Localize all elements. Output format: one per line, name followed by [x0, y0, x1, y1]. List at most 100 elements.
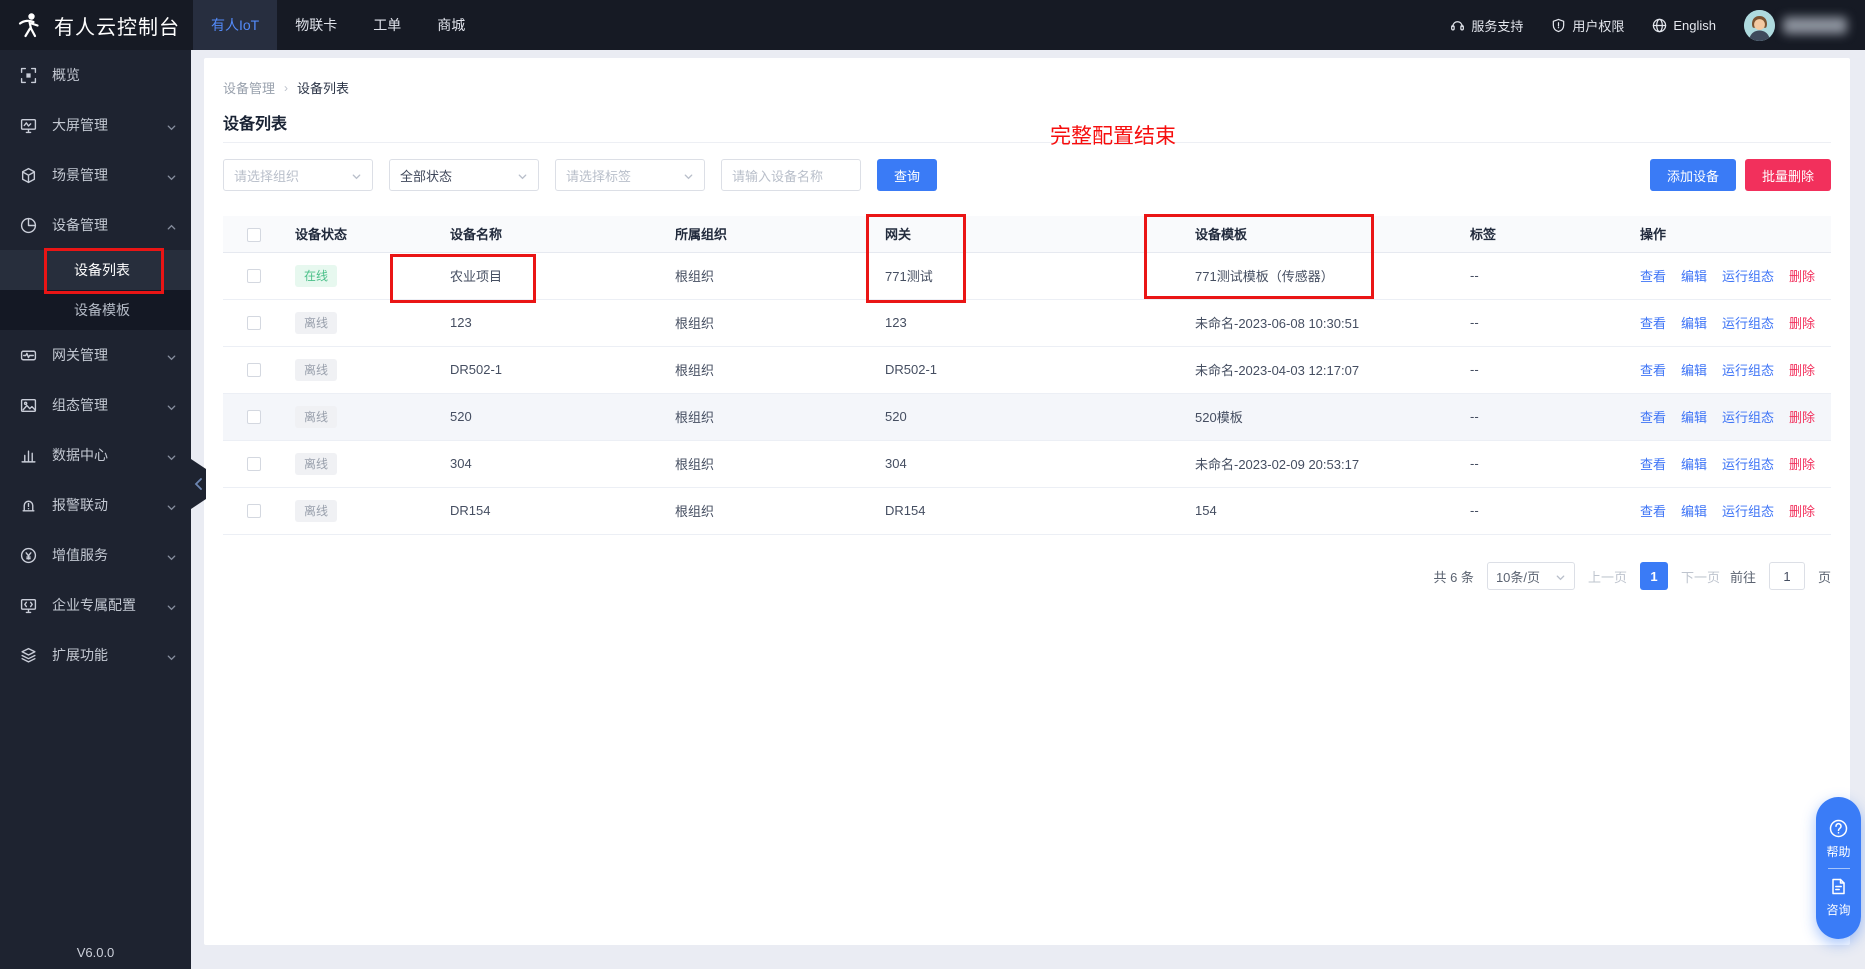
org-cell: 根组织 [665, 393, 875, 441]
sidebar-item-1[interactable]: 概览 [0, 50, 191, 100]
action-edit-link[interactable]: 编辑 [1681, 501, 1707, 520]
clock-icon [20, 547, 37, 564]
row-checkbox[interactable] [247, 316, 261, 331]
page-size-select[interactable]: 10条/页 [1486, 562, 1575, 590]
sidebar-item-7[interactable]: 数据中心 [0, 430, 191, 480]
breadcrumb-parent[interactable]: 设备管理 [223, 78, 275, 97]
row-checkbox[interactable] [247, 410, 261, 425]
tag-select-placeholder: 请选择标签 [566, 168, 632, 184]
page-unit-label: 页 [1817, 569, 1831, 585]
action-delete-link[interactable]: 删除 [1789, 360, 1815, 379]
prev-page-button[interactable]: 上一页 [1588, 567, 1627, 586]
action-view-link[interactable]: 查看 [1640, 266, 1666, 285]
action-run-scada-link[interactable]: 运行组态 [1722, 454, 1774, 473]
tag-cell: -- [1460, 346, 1630, 394]
username-blurred [1783, 16, 1847, 34]
col-header-gateway: 网关 [875, 216, 1185, 253]
template-cell: 未命名-2023-02-09 20:53:17 [1185, 440, 1460, 488]
sidebar-item-11[interactable]: 扩展功能 [0, 630, 191, 680]
action-delete-link[interactable]: 删除 [1789, 266, 1815, 285]
current-page-button[interactable]: 1 [1639, 562, 1668, 590]
action-edit-link[interactable]: 编辑 [1681, 454, 1707, 473]
sidebar-menu: 概览 大屏管理 场景管理 设备管理 设备列表 设备模板 网关管理 组态管理 数据中心 报警联动 增值… [0, 50, 191, 680]
sidebar-item-2[interactable]: 大屏管理 [0, 100, 191, 150]
user-area[interactable] [1744, 9, 1847, 41]
topbar-tab-1[interactable]: 有人IoT [193, 0, 278, 50]
action-view-link[interactable]: 查看 [1640, 313, 1666, 332]
action-view-link[interactable]: 查看 [1640, 501, 1666, 520]
action-view-link[interactable]: 查看 [1640, 360, 1666, 379]
row-checkbox[interactable] [247, 457, 261, 472]
action-delete-link[interactable]: 删除 [1789, 407, 1815, 426]
chevron-down-icon [166, 120, 177, 131]
sidebar-subitem-1[interactable]: 设备列表 [0, 250, 191, 290]
enterprise-icon [20, 597, 37, 614]
topbar-tab-3[interactable]: 工单 [355, 0, 419, 50]
chevron-down-icon [166, 500, 177, 511]
topbar-tab-2[interactable]: 物联卡 [277, 0, 355, 50]
add-device-button[interactable]: 添加设备 [1649, 159, 1736, 191]
action-edit-link[interactable]: 编辑 [1681, 360, 1707, 379]
action-edit-link[interactable]: 编辑 [1681, 407, 1707, 426]
tag-cell: -- [1460, 393, 1630, 441]
org-cell: 根组织 [665, 487, 875, 535]
select-all-checkbox[interactable] [247, 227, 261, 242]
row-checkbox[interactable] [247, 504, 261, 519]
action-run-scada-link[interactable]: 运行组态 [1722, 266, 1774, 285]
float-帮助-button[interactable]: 帮助 [1826, 819, 1851, 860]
device-name-cell: 520 [440, 393, 665, 441]
user-avatar[interactable] [1744, 9, 1775, 41]
status-select[interactable]: 全部状态 [389, 159, 539, 191]
device-name-input[interactable]: 请输入设备名称 [721, 159, 861, 191]
gateway-cell: 123 [875, 299, 1185, 347]
topbar-action-shield[interactable]: 用户权限 [1551, 16, 1624, 35]
topbar-action-headset[interactable]: 服务支持 [1450, 16, 1523, 35]
float-咨询-button[interactable]: 咨询 [1826, 877, 1851, 918]
sidebar-subitem-2[interactable]: 设备模板 [0, 290, 191, 330]
tag-cell: -- [1460, 299, 1630, 347]
action-view-link[interactable]: 查看 [1640, 454, 1666, 473]
row-checkbox[interactable] [247, 363, 261, 378]
action-delete-link[interactable]: 删除 [1789, 501, 1815, 520]
sidebar-item-4[interactable]: 设备管理 [0, 200, 191, 250]
goto-page-input[interactable] [1768, 562, 1805, 590]
action-edit-link[interactable]: 编辑 [1681, 313, 1707, 332]
sidebar-item-5[interactable]: 网关管理 [0, 330, 191, 380]
org-cell: 根组织 [665, 346, 875, 394]
topbar-action-globe[interactable]: English [1652, 18, 1716, 33]
action-view-link[interactable]: 查看 [1640, 407, 1666, 426]
device-name-cell: 123 [440, 299, 665, 347]
sidebar-item-10[interactable]: 企业专属配置 [0, 580, 191, 630]
topbar-actions: 服务支持 用户权限 English [1450, 16, 1716, 35]
sidebar-item-6[interactable]: 组态管理 [0, 380, 191, 430]
next-page-button[interactable]: 下一页 [1681, 567, 1720, 586]
row-actions: 查看 编辑 运行组态 删除 [1640, 454, 1821, 473]
action-run-scada-link[interactable]: 运行组态 [1722, 501, 1774, 520]
row-checkbox[interactable] [247, 269, 261, 284]
org-select[interactable]: 请选择组织 [223, 159, 373, 191]
filter-bar: 请选择组织 全部状态 请选择标签 请输入设备名称 查询 [223, 159, 938, 191]
tag-select[interactable]: 请选择标签 [555, 159, 705, 191]
row-actions: 查看 编辑 运行组态 删除 [1640, 501, 1821, 520]
action-edit-link[interactable]: 编辑 [1681, 266, 1707, 285]
app-root: 有人云控制台 有人IoT 物联卡 工单 商城 服务支持 用户权限 English 概览 大屏… [0, 0, 1865, 969]
goto-label: 前往 [1729, 569, 1756, 585]
batch-delete-button[interactable]: 批量删除 [1744, 159, 1831, 191]
sidebar-item-3[interactable]: 场景管理 [0, 150, 191, 200]
action-run-scada-link[interactable]: 运行组态 [1722, 360, 1774, 379]
topbar-tab-4[interactable]: 商城 [419, 0, 483, 50]
action-run-scada-link[interactable]: 运行组态 [1722, 313, 1774, 332]
sidebar-item-8[interactable]: 报警联动 [0, 480, 191, 530]
search-button[interactable]: 查询 [877, 159, 938, 191]
action-delete-link[interactable]: 删除 [1789, 454, 1815, 473]
chevron-down-icon [351, 170, 362, 181]
total-count: 共 6 条 [1433, 569, 1474, 585]
chevron-down-icon [1555, 571, 1566, 582]
sidebar-item-9[interactable]: 增值服务 [0, 530, 191, 580]
chevron-down-icon [166, 450, 177, 461]
action-run-scada-link[interactable]: 运行组态 [1722, 407, 1774, 426]
breadcrumb-current: 设备列表 [297, 81, 350, 96]
row-actions: 查看 编辑 运行组态 删除 [1640, 266, 1821, 285]
device-name-cell: 农业项目 [440, 252, 665, 300]
action-delete-link[interactable]: 删除 [1789, 313, 1815, 332]
